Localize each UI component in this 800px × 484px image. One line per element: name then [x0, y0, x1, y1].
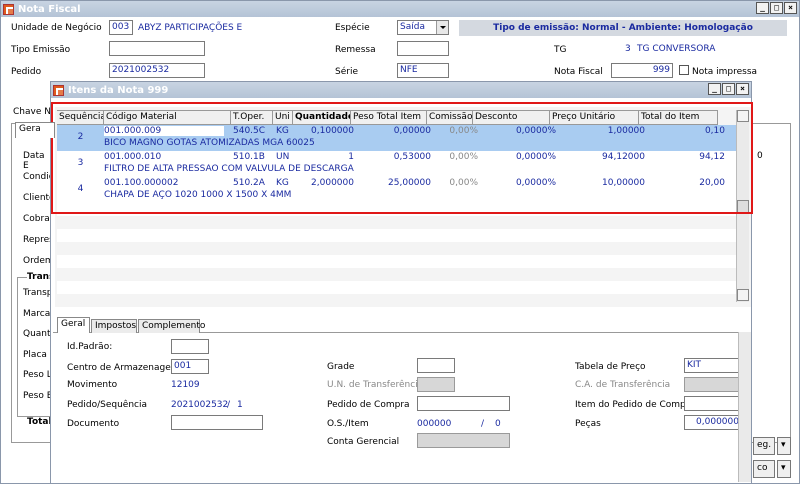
panel-scrollbar[interactable]: [738, 332, 751, 482]
unidade-code-field[interactable]: 003: [109, 20, 133, 35]
tg-name: TG CONVERSORA: [637, 44, 716, 54]
side-label-cobrar: Cobrar: [23, 214, 54, 224]
os-item-label: O.S./Item: [327, 419, 369, 429]
pedido-compra-label: Pedido de Compra: [327, 400, 410, 410]
un-transf-field: [417, 377, 455, 392]
pedido-seq-sep: /: [227, 400, 231, 410]
close-icon[interactable]: ×: [784, 2, 797, 14]
restore-icon[interactable]: □: [770, 2, 783, 14]
minimize-icon[interactable]: _: [756, 2, 769, 14]
trans-label-quant: Quant: [23, 329, 51, 339]
id-padrao-field[interactable]: [171, 339, 209, 354]
item-pedido-compra-field[interactable]: [684, 396, 742, 411]
ext-button-1-dropdown[interactable]: ▾: [777, 437, 791, 455]
grade-field[interactable]: [417, 358, 455, 373]
movimento-label: Movimento: [67, 380, 118, 390]
selection-highlight: [51, 102, 753, 214]
empty-row: [57, 242, 736, 255]
os-value: 000000: [417, 419, 452, 429]
items-titlebar: Itens da Nota 999 _ □ ×: [51, 82, 751, 98]
tab-complemento[interactable]: Complemento: [138, 319, 205, 333]
empty-row: [57, 229, 736, 242]
nota-fiscal-field[interactable]: 999: [611, 63, 673, 78]
id-padrao-label: Id.Padrão:: [67, 342, 113, 352]
especie-label: Espécie: [335, 23, 370, 33]
movimento-value: 12109: [171, 380, 200, 390]
ca-transf-label: C.A. de Transferência: [575, 380, 671, 390]
grade-label: Grade: [327, 362, 355, 372]
restore-icon[interactable]: □: [722, 83, 735, 95]
unidade-label: Unidade de Negócio: [11, 23, 102, 33]
empty-row: [57, 255, 736, 268]
un-transf-label: U.N. de Transferência: [327, 380, 424, 390]
trans-label-transp: Transp: [23, 288, 53, 298]
documento-label: Documento: [67, 419, 120, 429]
right-fragment: 0: [757, 151, 763, 161]
scroll-down-icon[interactable]: [737, 289, 749, 301]
ext-button-2[interactable]: co: [753, 460, 775, 478]
os-sep: /: [481, 419, 485, 429]
empty-row: [57, 216, 736, 229]
tabela-preco-field[interactable]: KIT: [684, 358, 742, 373]
items-window: Itens da Nota 999 _ □ × Sequência Código…: [50, 81, 753, 484]
centro-field[interactable]: 001: [171, 359, 209, 374]
serie-field[interactable]: NFE: [397, 63, 449, 78]
pedido-seq-value: 1: [237, 400, 243, 410]
conta-gerencial-label: Conta Gerencial: [327, 437, 400, 447]
pecas-label: Peças: [575, 419, 601, 429]
pedido-seq-label: Pedido/Sequência: [67, 400, 147, 410]
minimize-icon[interactable]: _: [708, 83, 721, 95]
items-title: Itens da Nota 999: [68, 84, 169, 96]
nota-impressa-checkbox[interactable]: [679, 65, 689, 75]
total-label: Total: [27, 417, 52, 427]
ext-button-2-dropdown[interactable]: ▾: [777, 460, 791, 478]
trans-label-peso-l: Peso L: [23, 370, 52, 380]
trans-label-peso-e: Peso E: [23, 391, 53, 401]
side-label-data: Data E: [23, 151, 45, 171]
pedido-label: Pedido: [11, 67, 42, 77]
tipo-emissao-field[interactable]: [109, 41, 205, 56]
chevron-down-icon: ▾: [781, 463, 786, 473]
item-pedido-compra-label: Item do Pedido de Compra: [575, 400, 695, 410]
centro-label: Centro de Armazenagem: [67, 363, 180, 373]
conta-gerencial-field: [417, 433, 510, 448]
close-icon[interactable]: ×: [736, 83, 749, 95]
remessa-field[interactable]: [397, 41, 449, 56]
chevron-down-icon: ▾: [781, 440, 786, 450]
serie-label: Série: [335, 67, 358, 77]
tab-geral[interactable]: Geral: [57, 317, 90, 333]
remessa-label: Remessa: [335, 45, 376, 55]
app-icon: [53, 84, 64, 96]
pedido-field[interactable]: 2021002532: [109, 63, 205, 78]
tipo-emissao-label: Tipo Emissão: [11, 45, 71, 55]
ca-transf-field: [684, 377, 742, 392]
trans-label-placa: Placa: [23, 350, 47, 360]
empty-row: [57, 281, 736, 294]
ext-button-1[interactable]: eg.: [753, 437, 775, 455]
tab-impostos[interactable]: Impostos: [91, 319, 137, 333]
empty-row: [57, 268, 736, 281]
especie-value: Saída: [400, 22, 425, 32]
unidade-name: ABYZ PARTICIPAÇÕES E: [138, 23, 243, 33]
main-title: Nota Fiscal: [18, 3, 81, 15]
os-item-value: 0: [495, 419, 501, 429]
main-titlebar: Nota Fiscal _ □ ×: [1, 1, 799, 17]
tab-gera[interactable]: Gera: [15, 122, 55, 138]
tg-code: 3: [625, 44, 631, 54]
pedido-compra-field[interactable]: [417, 396, 510, 411]
app-icon: [3, 3, 14, 15]
trans-label-marca: Marca: [23, 309, 51, 319]
nota-impressa-label: Nota impressa: [692, 67, 758, 77]
pedido-seq-pedido: 2021002532: [171, 400, 229, 410]
documento-field[interactable]: [171, 415, 263, 430]
especie-select[interactable]: Saída: [397, 20, 449, 35]
nota-fiscal-label: Nota Fiscal: [554, 67, 603, 77]
chevron-down-icon[interactable]: [436, 21, 448, 34]
emission-banner: Tipo de emissão: Normal - Ambiente: Homo…: [459, 20, 787, 36]
tabela-preco-label: Tabela de Preço: [575, 362, 646, 372]
tg-label: TG: [554, 45, 567, 55]
pecas-field[interactable]: 0,000000: [684, 415, 742, 430]
